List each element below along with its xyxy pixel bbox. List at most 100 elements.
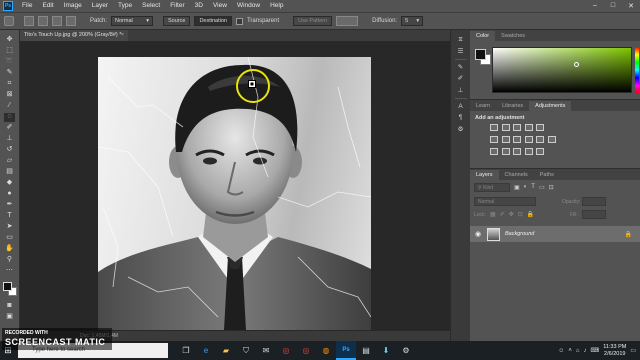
adjustment-filter-icon[interactable]: ◐ <box>524 184 528 191</box>
selective-color-icon[interactable] <box>536 148 544 155</box>
layer-kind-filter[interactable]: ⚲ Kind <box>474 183 510 192</box>
history-panel-icon[interactable]: ⧖ <box>456 36 466 44</box>
file-explorer-icon[interactable]: ▰ <box>216 341 236 360</box>
gradient-map-icon[interactable] <box>524 148 533 155</box>
menu-filter[interactable]: Filter <box>165 0 189 12</box>
document-tab[interactable]: Tito's Touch Up.jpg @ 200% (Gray/8#) * × <box>20 30 128 41</box>
menu-help[interactable]: Help <box>265 0 288 12</box>
foreground-background-swatches[interactable] <box>2 282 17 296</box>
tab-channels[interactable]: Channels <box>499 170 534 180</box>
keyboard-icon[interactable]: ⌨ <box>591 347 600 354</box>
recorder-icon[interactable]: ⬇ <box>376 341 396 360</box>
photoshop-taskbar-icon[interactable]: Ps <box>336 341 356 360</box>
tab-paths[interactable]: Paths <box>534 170 560 180</box>
channel-mixer-icon[interactable] <box>536 136 544 143</box>
task-view-icon[interactable]: ❐ <box>176 341 196 360</box>
dodge-tool-icon[interactable]: ● <box>4 190 15 199</box>
menu-image[interactable]: Image <box>59 0 87 12</box>
eraser-tool-icon[interactable]: ▱ <box>4 157 15 166</box>
tab-color[interactable]: Color <box>470 31 496 41</box>
zoom-tool-icon[interactable]: ⚲ <box>4 256 15 265</box>
quick-mask-icon[interactable]: ◙ <box>4 302 15 311</box>
foreground-color-swatch[interactable] <box>2 282 12 291</box>
color-panel-swatches[interactable] <box>475 49 491 65</box>
lasso-tool-icon[interactable]: ➰ <box>4 58 15 67</box>
screen-mode-icon[interactable]: ▣ <box>4 313 15 322</box>
notifications-icon[interactable]: ▭ <box>630 347 636 354</box>
color-picker-marker[interactable] <box>574 62 579 67</box>
settings-icon[interactable]: ⚙ <box>396 341 416 360</box>
menu-window[interactable]: Window <box>232 0 265 12</box>
lock-artboard-icon[interactable]: ⊡ <box>518 211 523 218</box>
history-brush-tool-icon[interactable]: ↺ <box>4 146 15 155</box>
exposure-icon[interactable] <box>524 124 533 131</box>
threshold-icon[interactable] <box>513 148 521 155</box>
foreground-color-swatch[interactable] <box>475 49 486 60</box>
move-tool-icon[interactable]: ✥ <box>4 36 15 45</box>
chrome-icon[interactable]: ◎ <box>276 341 296 360</box>
tray-chevron-icon[interactable]: ˄ <box>568 348 572 354</box>
add-selection-icon[interactable] <box>38 16 48 26</box>
close-button[interactable]: ✕ <box>622 2 640 10</box>
color-lookup-icon[interactable] <box>547 136 556 143</box>
type-filter-icon[interactable]: T <box>531 184 535 191</box>
maximize-button[interactable]: □ <box>604 2 622 10</box>
frame-tool-icon[interactable]: ⊠ <box>4 91 15 100</box>
properties-panel-icon[interactable]: ☰ <box>456 48 466 56</box>
menu-file[interactable]: File <box>17 0 37 12</box>
smart-object-filter-icon[interactable]: ⊡ <box>549 184 554 191</box>
new-selection-icon[interactable] <box>24 16 34 26</box>
patch-tool-icon[interactable] <box>4 16 14 26</box>
black-white-icon[interactable] <box>513 136 521 143</box>
clone-source-icon[interactable]: ⊥ <box>456 87 466 95</box>
people-icon[interactable]: ☺ <box>558 348 564 354</box>
menu-3d[interactable]: 3D <box>190 0 208 12</box>
firefox-icon[interactable]: ◍ <box>316 341 336 360</box>
canvas-area[interactable] <box>20 41 450 331</box>
portrait-photo[interactable] <box>98 57 371 330</box>
paragraph-panel-icon[interactable]: ¶ <box>456 114 466 122</box>
tab-adjustments[interactable]: Adjustments <box>529 101 572 111</box>
destination-button[interactable]: Destination <box>194 16 232 26</box>
use-pattern-button[interactable]: Use Pattern <box>293 16 333 26</box>
path-select-tool-icon[interactable]: ➤ <box>4 223 15 232</box>
crop-tool-icon[interactable]: ⌗ <box>4 80 15 89</box>
color-balance-icon[interactable] <box>501 136 510 143</box>
brush-settings-icon[interactable]: ✎ <box>456 64 466 72</box>
patch-mode-select[interactable]: Normal ▾ <box>111 16 154 26</box>
eyedropper-tool-icon[interactable]: ⁄ <box>4 102 15 111</box>
shape-filter-icon[interactable]: ▭ <box>539 184 545 191</box>
marquee-tool-icon[interactable]: ⬚ <box>4 47 15 56</box>
pen-tool-icon[interactable]: ✒ <box>4 201 15 210</box>
edge-browser-icon[interactable]: e <box>196 341 216 360</box>
tab-libraries[interactable]: Libraries <box>496 101 529 111</box>
menu-layer[interactable]: Layer <box>87 0 113 12</box>
transparent-checkbox[interactable] <box>235 17 243 25</box>
menu-type[interactable]: Type <box>113 0 137 12</box>
lock-position-icon[interactable]: ✥ <box>509 211 514 218</box>
photo-filter-icon[interactable] <box>524 136 533 143</box>
fill-field[interactable] <box>582 210 606 219</box>
source-button[interactable]: Source <box>163 16 191 26</box>
taskbar-clock[interactable]: 11:33 PM 2/6/2019 <box>603 344 626 358</box>
blur-tool-icon[interactable]: ◆ <box>4 179 15 188</box>
hue-slider[interactable] <box>635 47 639 93</box>
hand-tool-icon[interactable]: ✋ <box>4 245 15 254</box>
posterize-icon[interactable] <box>501 148 510 155</box>
close-tab-icon[interactable]: × <box>121 30 124 41</box>
lock-pixels-icon[interactable]: ✐ <box>500 211 505 218</box>
invert-icon[interactable] <box>490 148 498 155</box>
subtract-selection-icon[interactable] <box>52 16 62 26</box>
menu-select[interactable]: Select <box>137 0 165 12</box>
intersect-selection-icon[interactable] <box>66 16 76 26</box>
lock-all-icon[interactable]: 🔒 <box>527 211 534 218</box>
menu-edit[interactable]: Edit <box>37 0 58 12</box>
shape-tool-icon[interactable]: ▭ <box>4 234 15 243</box>
pixel-filter-icon[interactable]: ▣ <box>514 184 520 191</box>
volume-icon[interactable]: ♪ <box>584 348 587 354</box>
more-tools-icon[interactable]: ⋯ <box>4 267 15 276</box>
type-tool-icon[interactable]: T <box>4 212 15 221</box>
brightness-contrast-icon[interactable] <box>490 124 498 131</box>
brushes-panel-icon[interactable]: ✐ <box>456 75 466 83</box>
tab-swatches[interactable]: Swatches <box>495 31 531 41</box>
